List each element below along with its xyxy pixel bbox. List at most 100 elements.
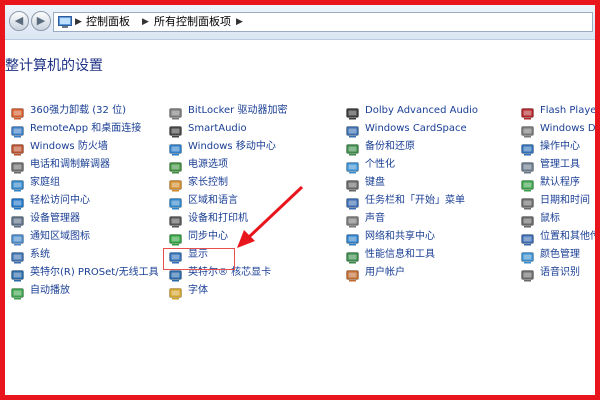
cp-item[interactable]: SmartAudio bbox=[169, 121, 247, 137]
cp-item[interactable]: 家庭组 bbox=[11, 175, 60, 191]
cp-item-label: 家长控制 bbox=[188, 177, 228, 188]
cp-item-label: 操作中心 bbox=[540, 141, 580, 152]
cp-item-label: 管理工具 bbox=[540, 159, 580, 170]
fonts-icon bbox=[169, 285, 182, 299]
forward-button[interactable]: ▶ bbox=[31, 11, 51, 31]
cp-item[interactable]: 备份和还原 bbox=[346, 139, 415, 155]
cp-item[interactable]: Windows 移动中心 bbox=[169, 139, 276, 155]
cp-item[interactable]: 任务栏和「开始」菜单 bbox=[346, 193, 465, 209]
audio-icon bbox=[169, 123, 182, 137]
mouse-icon bbox=[521, 213, 534, 227]
cp-item[interactable]: 家长控制 bbox=[169, 175, 228, 191]
cp-item[interactable]: 颜色管理 bbox=[521, 247, 580, 263]
uninstall-icon bbox=[11, 105, 24, 119]
defender-icon bbox=[521, 123, 534, 137]
cp-item-label: Windows 防火墙 bbox=[30, 141, 108, 152]
breadcrumb-separator: ▶ bbox=[142, 17, 149, 27]
notification-area-icon bbox=[11, 231, 24, 245]
parental-controls-icon bbox=[169, 177, 182, 191]
cp-item-label: 语音识别 bbox=[540, 267, 580, 278]
cardspace-icon bbox=[346, 123, 359, 137]
taskbar-icon bbox=[346, 195, 359, 209]
power-options-icon bbox=[169, 159, 182, 173]
cp-item-label: Windows 移动中心 bbox=[188, 141, 276, 152]
cp-item-label: 360强力卸载 (32 位) bbox=[30, 105, 126, 116]
cp-item[interactable]: Flash Player ( bbox=[521, 103, 600, 119]
cp-item[interactable]: 个性化 bbox=[346, 157, 395, 173]
cp-item[interactable]: Dolby Advanced Audio bbox=[346, 103, 478, 119]
cp-item[interactable]: Windows 防火墙 bbox=[11, 139, 108, 155]
cp-item-label: 用户帐户 bbox=[365, 267, 405, 278]
network-icon bbox=[346, 231, 359, 245]
cp-item[interactable]: 键盘 bbox=[346, 175, 385, 191]
cp-item[interactable]: 360强力卸载 (32 位) bbox=[11, 103, 126, 119]
admin-tools-icon bbox=[521, 159, 534, 173]
cp-item[interactable]: 系统 bbox=[11, 247, 50, 263]
cp-item[interactable]: 性能信息和工具 bbox=[346, 247, 435, 263]
cp-item[interactable]: Windows Defe bbox=[521, 121, 596, 137]
cp-item[interactable]: 电话和调制解调器 bbox=[11, 157, 110, 173]
sound-icon bbox=[346, 213, 359, 227]
cp-item[interactable]: 鼠标 bbox=[521, 211, 560, 227]
breadcrumb-item-all-items[interactable]: 所有控制面板项 bbox=[154, 13, 231, 31]
cp-item-label: Windows Defe bbox=[540, 123, 596, 134]
cp-item[interactable]: 英特尔(R) PROSet/无线工具 bbox=[11, 265, 159, 281]
performance-icon bbox=[346, 249, 359, 263]
highlight-box bbox=[163, 248, 235, 270]
page-title: 整计算机的设置 bbox=[5, 58, 103, 74]
cp-item-label: 备份和还原 bbox=[365, 141, 415, 152]
cp-item[interactable]: 声音 bbox=[346, 211, 385, 227]
cp-item-label: SmartAudio bbox=[188, 123, 247, 134]
breadcrumb[interactable]: ▶ 控制面板 ▶ 所有控制面板项 ▶ bbox=[53, 12, 593, 32]
speech-recognition-icon bbox=[521, 267, 534, 281]
cp-item[interactable]: 通知区域图标 bbox=[11, 229, 90, 245]
cp-item[interactable]: Windows CardSpace bbox=[346, 121, 467, 137]
cp-item-label: 键盘 bbox=[365, 177, 385, 188]
bitlocker-icon bbox=[169, 105, 182, 119]
cp-item[interactable]: 网络和共享中心 bbox=[346, 229, 435, 245]
cp-item[interactable]: 管理工具 bbox=[521, 157, 580, 173]
personalization-icon bbox=[346, 159, 359, 173]
cp-item-label: 任务栏和「开始」菜单 bbox=[365, 195, 465, 206]
cp-item[interactable]: 用户帐户 bbox=[346, 265, 405, 281]
ease-of-access-icon bbox=[11, 195, 24, 209]
cp-item[interactable]: RemoteApp 和桌面连接 bbox=[11, 121, 141, 137]
cp-item-label: BitLocker 驱动器加密 bbox=[188, 105, 288, 116]
breadcrumb-item-control-panel[interactable]: 控制面板 bbox=[86, 13, 130, 31]
firewall-icon bbox=[11, 141, 24, 155]
printer-icon bbox=[169, 213, 182, 227]
cp-item-label: 鼠标 bbox=[540, 213, 560, 224]
homegroup-icon bbox=[11, 177, 24, 191]
cp-item[interactable]: 字体 bbox=[169, 283, 208, 299]
cp-item-label: 声音 bbox=[365, 213, 385, 224]
cp-item[interactable]: 同步中心 bbox=[169, 229, 228, 245]
cp-item[interactable]: 设备管理器 bbox=[11, 211, 80, 227]
remote-desktop-icon bbox=[11, 123, 24, 137]
control-panel-icon bbox=[58, 16, 72, 28]
cp-item[interactable]: 位置和其他传感器 bbox=[521, 229, 595, 245]
cp-item-label: Flash Player ( bbox=[540, 105, 600, 116]
date-time-icon bbox=[521, 195, 534, 209]
cp-item[interactable]: 轻松访问中心 bbox=[11, 193, 90, 209]
cp-item[interactable]: 自动播放 bbox=[11, 283, 70, 299]
cp-item-label: 颜色管理 bbox=[540, 249, 580, 260]
cp-item-label: RemoteApp 和桌面连接 bbox=[30, 123, 142, 134]
cp-item[interactable]: 语音识别 bbox=[521, 265, 580, 281]
cp-item-label: 日期和时间 bbox=[540, 195, 590, 206]
cp-item-label: 家庭组 bbox=[30, 177, 60, 188]
action-center-icon bbox=[521, 141, 534, 155]
screenshot-frame: ◀ ▶ ▶ 控制面板 ▶ 所有控制面板项 ▶ 整计算机的设置 360强力卸载 (… bbox=[0, 0, 600, 400]
cp-item[interactable]: 电源选项 bbox=[169, 157, 228, 173]
cp-item[interactable]: 设备和打印机 bbox=[169, 211, 248, 227]
cp-item[interactable]: 操作中心 bbox=[521, 139, 580, 155]
back-button[interactable]: ◀ bbox=[9, 11, 29, 31]
cp-item-label: 自动播放 bbox=[30, 285, 70, 296]
cp-item[interactable]: 日期和时间 bbox=[521, 193, 590, 209]
cp-item-label: Windows CardSpace bbox=[365, 123, 467, 134]
cp-item[interactable]: 区域和语言 bbox=[169, 193, 238, 209]
cp-item[interactable]: BitLocker 驱动器加密 bbox=[169, 103, 287, 119]
system-icon bbox=[11, 249, 24, 263]
cp-item-label: 通知区域图标 bbox=[30, 231, 90, 242]
cp-item[interactable]: 默认程序 bbox=[521, 175, 580, 191]
cp-item-label: 设备管理器 bbox=[30, 213, 80, 224]
